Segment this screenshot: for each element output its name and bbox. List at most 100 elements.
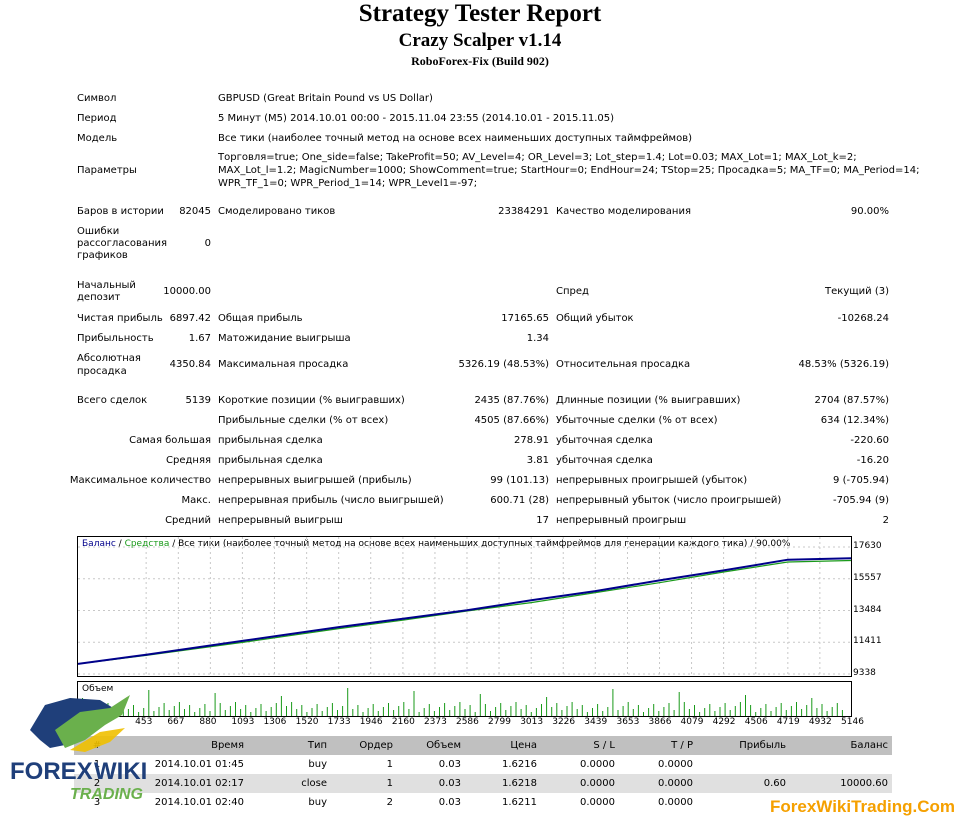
max-label: Макс. [181, 495, 211, 506]
volume-bar [546, 697, 548, 716]
avg-loss-label: непрерывный проигрыш [556, 515, 687, 526]
avg-win-label: непрерывный выигрыш [218, 515, 343, 526]
period-value: 5 Минут (M5) 2014.10.01 00:00 - 2015.11.… [218, 113, 615, 124]
cell-type: buy [308, 797, 327, 808]
cell-volume: 0.03 [438, 797, 461, 808]
average-loss-label: убыточная сделка [556, 455, 653, 466]
symbol-label: Символ [77, 93, 117, 104]
cell-order: 1 [386, 759, 393, 770]
volume-bar [240, 709, 242, 716]
y-tick-label: 17630 [853, 541, 882, 551]
report-title: Strategy Tester Report [358, 0, 602, 27]
volume-bar [214, 693, 216, 716]
x-tick-label: 3653 [616, 717, 640, 727]
avg-label: Средний [165, 515, 211, 526]
volume-bar [433, 711, 435, 716]
volume-bar [699, 712, 701, 716]
net-profit-value: 6897.42 [169, 313, 211, 324]
volume-bar [831, 707, 833, 716]
volume-bar [398, 706, 400, 716]
x-tick-label: 2799 [488, 717, 511, 727]
errors-value: 0 [204, 238, 211, 249]
gross-loss-label: Общий убыток [556, 313, 634, 324]
x-tick-label: 4292 [712, 717, 736, 727]
x-tick-label: 5146 [841, 717, 864, 727]
average-profit-value: 3.81 [526, 455, 549, 466]
volume-bar [765, 704, 767, 716]
largest-loss-label: убыточная сделка [556, 435, 653, 446]
short-positions-label: Короткие позиции (% выигравших) [218, 395, 405, 406]
model-label: Модель [77, 133, 118, 144]
x-tick-label: 880 [199, 717, 217, 727]
volume-bar [576, 709, 578, 716]
volume-bar [775, 707, 777, 716]
volume-bar [688, 709, 690, 716]
gross-loss-value: -10268.24 [837, 313, 889, 324]
y-tick-label: 15557 [853, 572, 882, 583]
cell-price: 1.6218 [465, 774, 541, 793]
volume-bar [643, 712, 644, 716]
average-loss-value: -16.20 [856, 455, 889, 466]
x-tick-label: 1946 [359, 717, 383, 727]
volume-bar [362, 712, 364, 716]
abs-drawdown-label-2: просадка [77, 366, 127, 377]
volume-bar [750, 705, 752, 716]
volume-bar [745, 695, 746, 716]
volume-bar [219, 703, 221, 716]
volume-bar [382, 707, 384, 716]
x-tick-label: 1733 [327, 717, 351, 727]
long-positions-label: Длинные позиции (% выигравших) [556, 395, 741, 406]
volume-bar [408, 709, 410, 716]
col-header-sl: S / L [541, 736, 619, 755]
volume-bar [194, 712, 196, 716]
errors-label-3: графиков [77, 250, 128, 261]
cell-type: buy [308, 759, 327, 770]
max-drawdown-label: Максимальная просадка [218, 359, 349, 370]
cell-sl: 0.0000 [580, 759, 615, 770]
volume-bar [581, 705, 583, 716]
volume-bar [357, 705, 359, 716]
volume-bar [484, 704, 486, 716]
abs-drawdown-label-1: Абсолютная [77, 353, 141, 364]
avg-win-value: 17 [536, 515, 549, 526]
volume-bar [826, 711, 828, 716]
volume-bar [729, 710, 731, 716]
volume-bar [535, 708, 537, 716]
long-positions-value: 2704 (87.57%) [814, 395, 889, 406]
volume-bar [556, 703, 558, 716]
period-label: Период [77, 113, 117, 124]
params-line-1: Торговля=true; One_side=false; TakeProfi… [218, 152, 857, 163]
average-profit-label: прибыльная сделка [218, 455, 323, 466]
deposit-value: 10000.00 [163, 286, 211, 297]
volume-bar [173, 706, 175, 716]
max-count-label: Максимальное количество [69, 475, 211, 486]
abs-drawdown-value: 4350.84 [169, 359, 211, 370]
volume-bar [178, 702, 180, 716]
cons-wins-value: 99 (101.13) [490, 475, 549, 486]
col-header-volume: Объем [397, 736, 465, 755]
expert-name: Crazy Scalper v1.14 [398, 30, 562, 51]
volume-bar [403, 702, 405, 716]
logo-trading: TRADING [70, 786, 143, 803]
ticks-label: Смоделировано тиков [218, 206, 336, 217]
volume-bar [658, 711, 660, 716]
volume-chart: Объем [77, 681, 852, 717]
deposit-label-1: Начальный [77, 280, 136, 291]
cell-profit: 0.60 [697, 774, 790, 793]
volume-bar [367, 708, 369, 716]
volume-bar [347, 688, 349, 716]
x-tick-label: 2586 [455, 717, 479, 727]
volume-bar [331, 703, 333, 716]
volume-bar [724, 703, 726, 716]
volume-bar [755, 712, 757, 716]
cell-sl: 0.0000 [580, 797, 615, 808]
ticks-value: 23384291 [498, 206, 549, 217]
volume-bar [663, 707, 665, 716]
col-header-price: Цена [465, 736, 541, 755]
volume-bar [790, 706, 792, 716]
volume-bar [770, 711, 772, 716]
volume-bar [209, 711, 211, 716]
y-tick-label: 9338 [853, 668, 876, 678]
volume-bar [413, 691, 415, 716]
quality-label: Качество моделирования [556, 206, 691, 217]
